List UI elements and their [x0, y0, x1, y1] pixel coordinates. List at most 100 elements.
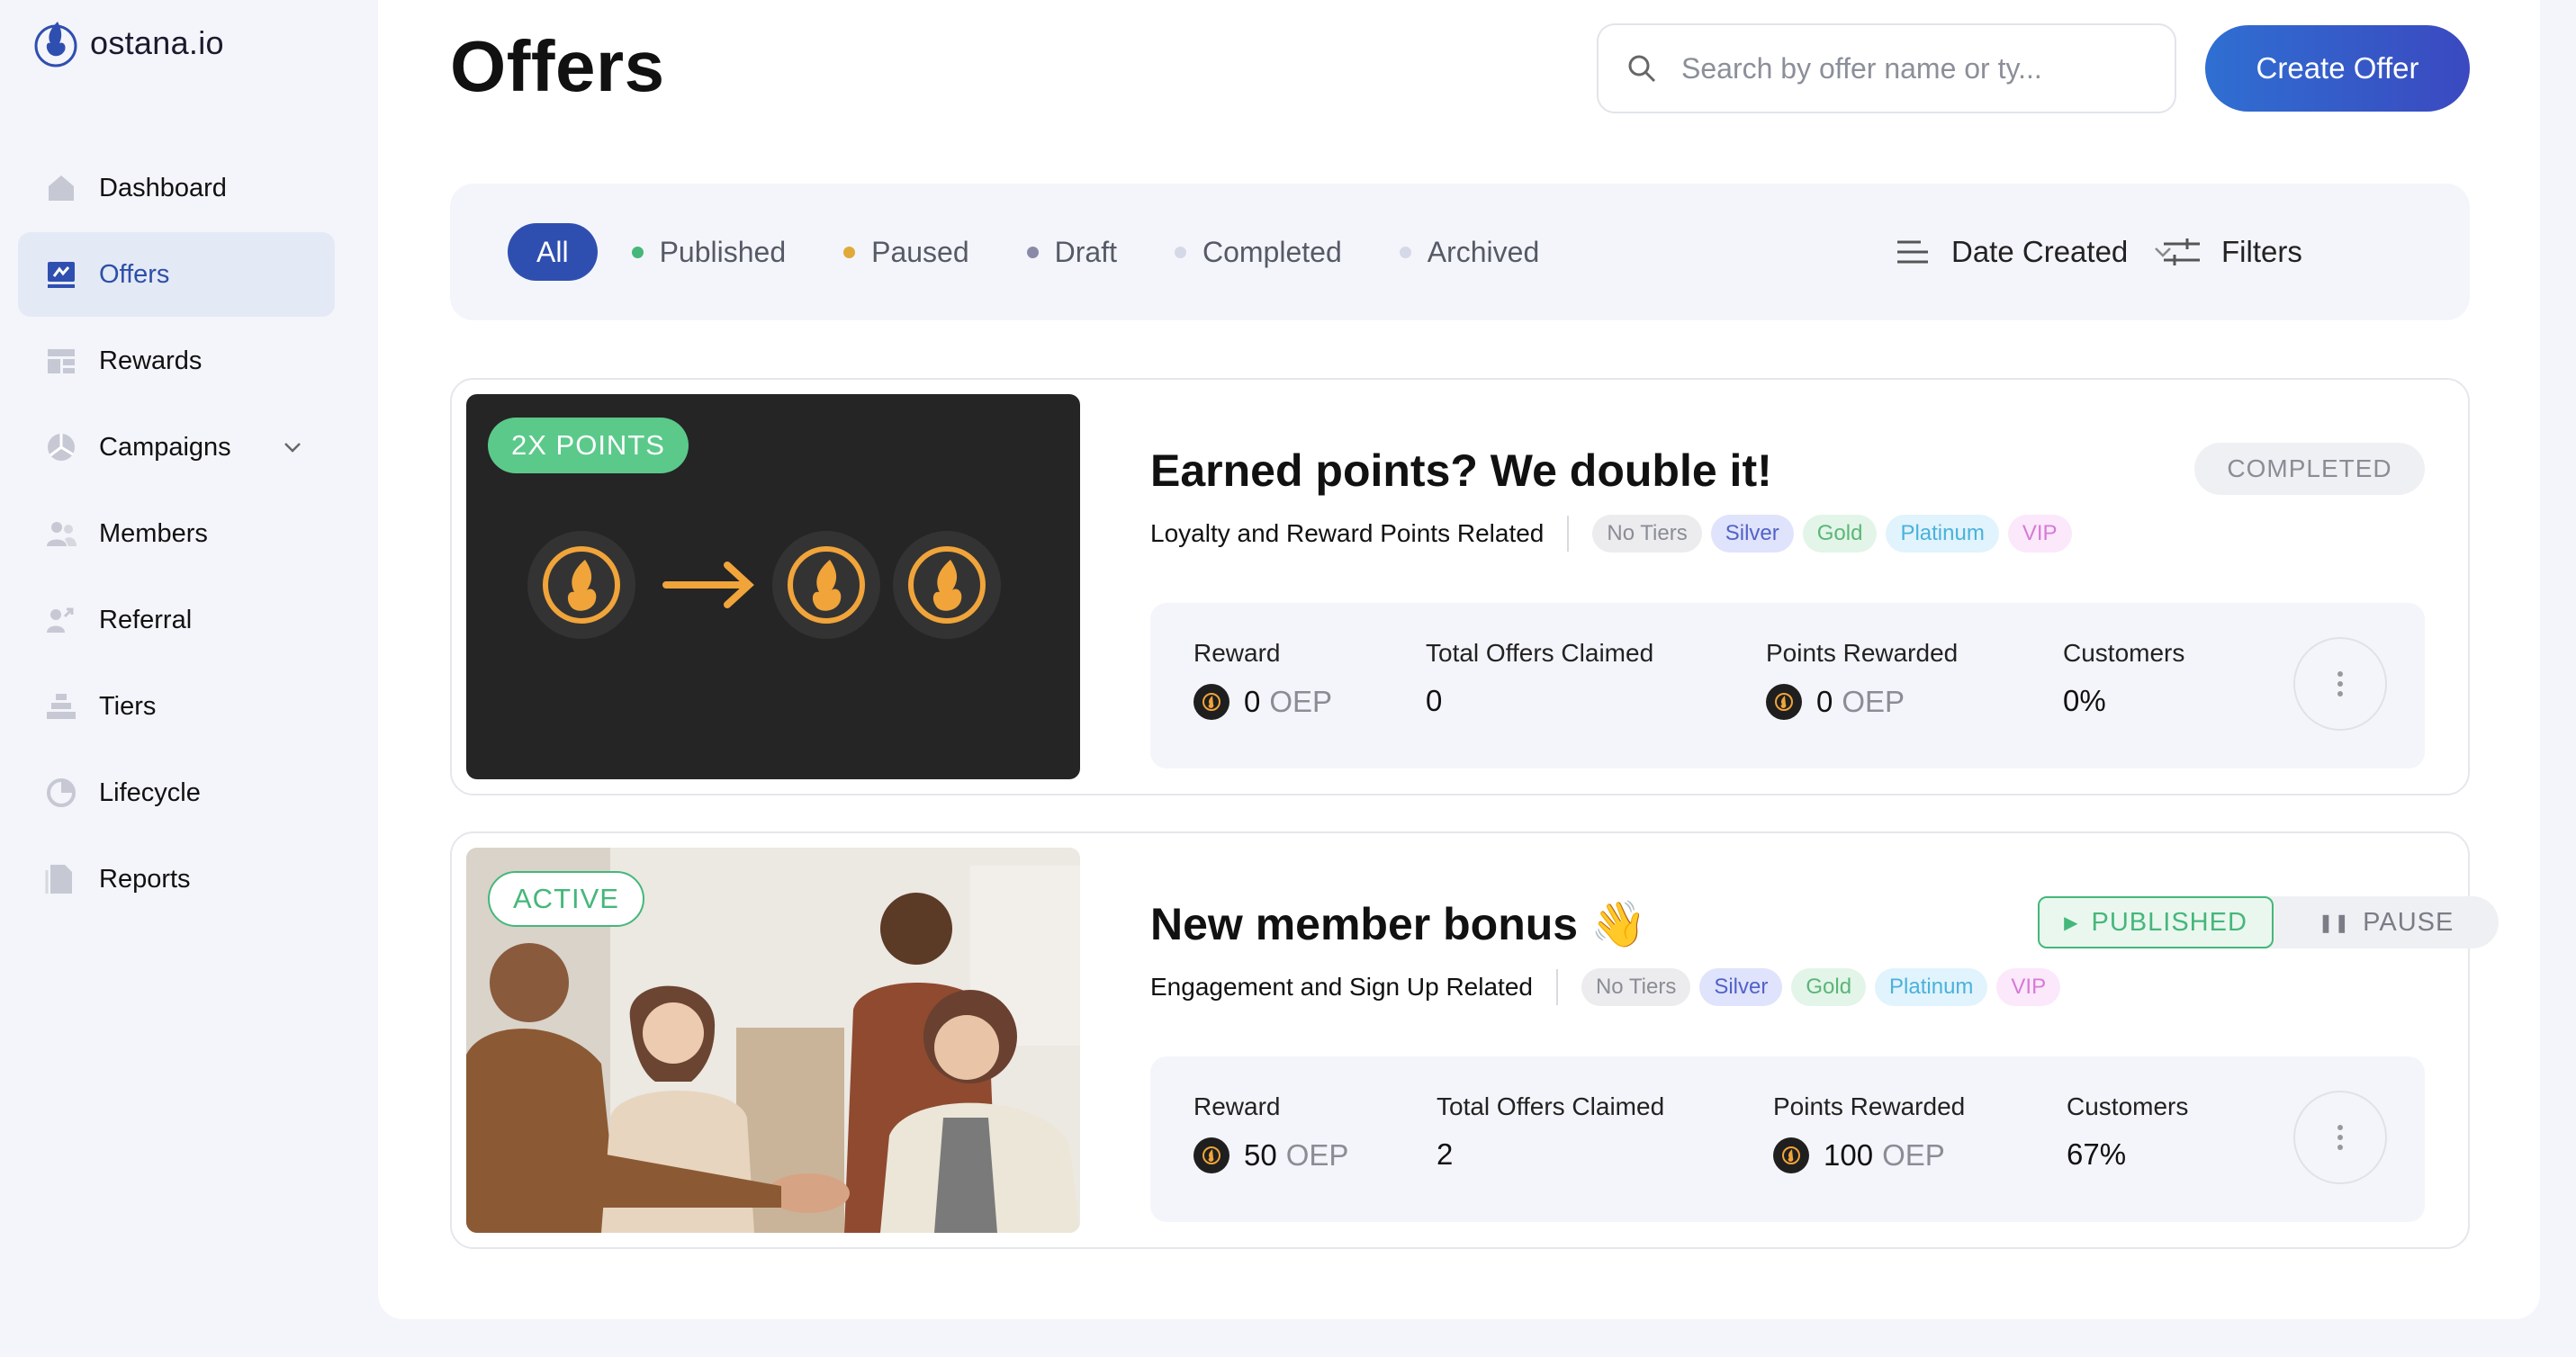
tier-chip-gold: Gold	[1791, 968, 1867, 1006]
status-tabs: All Published Paused Draft Completed Arc…	[508, 223, 1597, 281]
reward-unit: OEP	[1285, 1138, 1349, 1172]
offer-subline: Engagement and Sign Up Related No Tiers …	[1150, 968, 2069, 1006]
home-icon	[43, 170, 79, 206]
points-amount: 0	[1816, 685, 1833, 718]
stat-label: Total Offers Claimed	[1437, 1092, 1665, 1120]
divider	[1567, 516, 1570, 552]
offer-thumbnail: ACTIVE	[466, 848, 1080, 1233]
search-box[interactable]	[1597, 23, 2176, 113]
search-input[interactable]	[1681, 51, 2149, 85]
sort-lines-icon	[1897, 240, 1928, 264]
sidebar-item-tiers[interactable]: Tiers	[18, 664, 335, 749]
coin-icon	[1193, 684, 1229, 720]
tab-all[interactable]: All	[508, 223, 598, 281]
offer-category: Engagement and Sign Up Related	[1150, 973, 1533, 1001]
status-label: PUBLISHED	[2091, 907, 2247, 937]
tab-paused[interactable]: Paused	[843, 223, 969, 281]
tab-published[interactable]: Published	[631, 223, 787, 281]
sidebar-item-offers[interactable]: Offers	[18, 232, 335, 317]
pause-button[interactable]: ❚❚ PAUSE	[2274, 896, 2499, 948]
offer-stats: Reward 0 OEP Total Offers Claimed 0 Poin…	[1150, 603, 2425, 768]
coin-icon	[1773, 1137, 1809, 1173]
stat-value: 2	[1437, 1137, 1454, 1171]
status-dot	[631, 246, 644, 258]
app-logo[interactable]: ostana.io	[31, 16, 224, 70]
members-icon	[43, 516, 79, 552]
stat-label: Reward	[1193, 639, 1281, 667]
sidebar-item-reports[interactable]: Reports	[18, 837, 335, 921]
app-name: ostana.io	[90, 24, 224, 61]
offer-title: Earned points? We double it!	[1150, 445, 1772, 496]
offer-subline: Loyalty and Reward Points Related No Tie…	[1150, 515, 2081, 553]
tab-archived[interactable]: Archived	[1399, 223, 1539, 281]
sidebar-item-campaigns[interactable]: Campaigns	[18, 405, 335, 490]
status-dot	[1174, 246, 1186, 258]
stat-label: Total Offers Claimed	[1426, 639, 1654, 667]
sidebar-item-rewards[interactable]: Rewards	[18, 319, 335, 403]
sidebar-item-label: Tiers	[99, 691, 157, 721]
filters-button[interactable]: Filters	[2162, 223, 2302, 281]
stat-customers: Customers 0%	[2063, 639, 2184, 718]
offer-stats: Reward 50 OEP Total Offers Claimed 2 Poi…	[1150, 1056, 2425, 1222]
reward-amount: 50	[1244, 1138, 1277, 1172]
tab-label: Draft	[1054, 235, 1117, 268]
sidebar-item-members[interactable]: Members	[18, 491, 335, 576]
offer-category: Loyalty and Reward Points Related	[1150, 519, 1545, 547]
referral-icon	[43, 602, 79, 638]
tab-label: All	[536, 235, 569, 268]
sidebar-item-label: Referral	[99, 605, 193, 634]
sidebar-item-referral[interactable]: Referral	[18, 578, 335, 662]
play-icon: ▶	[2064, 912, 2079, 933]
tab-draft[interactable]: Draft	[1026, 223, 1117, 281]
stat-label: Reward	[1193, 1092, 1281, 1120]
ostana-logo-icon	[34, 22, 77, 67]
campaigns-icon	[43, 429, 79, 465]
more-options-button[interactable]	[2293, 1091, 2387, 1184]
create-offer-button[interactable]: Create Offer	[2205, 25, 2470, 112]
tier-chip-vip: VIP	[2007, 515, 2072, 553]
reports-icon	[43, 861, 79, 897]
stat-value: 0%	[2063, 684, 2106, 717]
tab-label: Published	[659, 235, 787, 268]
offer-card[interactable]: 2X POINTS Earned points? We double it! L…	[450, 378, 2470, 795]
sidebar-item-label: Campaigns	[99, 432, 231, 462]
status-toggle: ▶ PUBLISHED ❚❚ PAUSE	[2038, 896, 2499, 948]
coin-icon	[1766, 684, 1802, 720]
stat-label: Points Rewarded	[1773, 1092, 1966, 1120]
tab-completed[interactable]: Completed	[1174, 223, 1342, 281]
points-unit: OEP	[1882, 1138, 1945, 1172]
reward-unit: OEP	[1269, 685, 1333, 718]
sort-dropdown[interactable]: Date Created	[1896, 223, 2175, 281]
sidebar-item-dashboard[interactable]: Dashboard	[18, 146, 335, 230]
stat-value: 100 OEP	[1773, 1137, 1965, 1173]
more-options-button[interactable]	[2293, 637, 2387, 731]
offer-card[interactable]: ACTIVE New member bonus 👋 Engagement and…	[450, 831, 2499, 1249]
double-points-illustration	[527, 531, 1001, 639]
tier-chip-no-tiers: No Tiers	[1592, 515, 1702, 553]
lifecycle-icon	[43, 775, 79, 811]
more-vertical-icon	[2337, 1125, 2343, 1150]
sidebar-item-lifecycle[interactable]: Lifecycle	[18, 750, 335, 835]
offer-title: New member bonus 👋	[1150, 899, 1647, 949]
sidebar-item-label: Lifecycle	[99, 777, 201, 807]
tab-label: Paused	[871, 235, 969, 268]
points-unit: OEP	[1842, 685, 1905, 718]
coin-icon	[1193, 1137, 1229, 1173]
status-badge: COMPLETED	[2194, 443, 2425, 495]
sidebar-item-label: Dashboard	[99, 173, 227, 202]
sliders-icon	[2164, 238, 2200, 265]
stat-value: 50 OEP	[1193, 1137, 1348, 1173]
sort-label: Date Created	[1951, 235, 2129, 268]
page-title: Offers	[450, 26, 665, 106]
status-dot	[843, 246, 856, 258]
sidebar-nav: Dashboard Offers Rewards Campaigns Membe…	[18, 146, 335, 923]
more-vertical-icon	[2337, 671, 2343, 696]
stat-reward: Reward 50 OEP	[1193, 1092, 1348, 1173]
status-published-button[interactable]: ▶ PUBLISHED	[2038, 896, 2274, 948]
pause-label: PAUSE	[2363, 907, 2454, 937]
reward-amount: 0	[1244, 685, 1261, 718]
tier-chip-vip: VIP	[1996, 968, 2061, 1006]
chevron-down-icon[interactable]	[281, 436, 304, 459]
filters-label: Filters	[2221, 235, 2302, 268]
search-icon	[1628, 55, 1656, 83]
